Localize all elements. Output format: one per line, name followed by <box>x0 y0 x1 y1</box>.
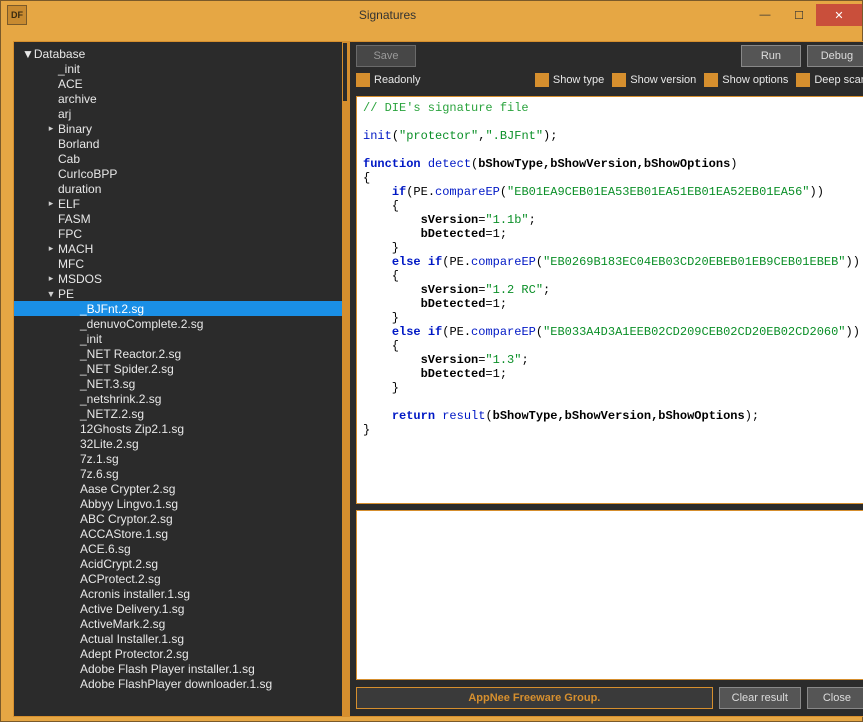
tree-root[interactable]: ▼Database <box>14 46 348 61</box>
options-row: Readonly Show type Show version Show opt… <box>350 70 863 94</box>
tree-item[interactable]: _NET Reactor.2.sg <box>14 346 348 361</box>
bottom-bar: AppNee Freeware Group. Clear result Clos… <box>350 686 863 716</box>
code-editor[interactable]: // DIE's signature file init("protector"… <box>356 96 863 504</box>
status-strip: AppNee Freeware Group. <box>356 687 713 709</box>
run-button[interactable]: Run <box>741 45 801 67</box>
show-version-checkbox[interactable]: Show version <box>612 73 696 87</box>
tree-item[interactable]: ▸Binary <box>14 121 348 136</box>
tree-item[interactable]: Acronis installer.1.sg <box>14 586 348 601</box>
tree-item[interactable]: Cab <box>14 151 348 166</box>
tree-item[interactable]: Adept Protector.2.sg <box>14 646 348 661</box>
tree-item[interactable]: Adobe Flash Player installer.1.sg <box>14 661 348 676</box>
readonly-checkbox[interactable]: Readonly <box>356 73 420 87</box>
tree-item[interactable]: arj <box>14 106 348 121</box>
tree-item[interactable]: _init <box>14 61 348 76</box>
tree-item[interactable]: _BJFnt.2.sg <box>14 301 348 316</box>
tree-item[interactable]: 12Ghosts Zip2.1.sg <box>14 421 348 436</box>
tree-item[interactable]: _denuvoComplete.2.sg <box>14 316 348 331</box>
tree-item[interactable]: 7z.1.sg <box>14 451 348 466</box>
tree-item[interactable]: MFC <box>14 256 348 271</box>
tree-item[interactable]: ▸ELF <box>14 196 348 211</box>
tree-item[interactable]: ACE.6.sg <box>14 541 348 556</box>
tree-item[interactable]: _NETZ.2.sg <box>14 406 348 421</box>
close-button[interactable]: Close <box>807 687 863 709</box>
window-close-button[interactable]: ✕ <box>816 4 862 26</box>
tree-item[interactable]: ▸MACH <box>14 241 348 256</box>
window-title: Signatures <box>27 8 748 22</box>
tree-item[interactable]: archive <box>14 91 348 106</box>
tree-item[interactable]: 32Lite.2.sg <box>14 436 348 451</box>
deep-scan-checkbox[interactable]: Deep scan <box>796 73 863 87</box>
tree-item[interactable]: ▸MSDOS <box>14 271 348 286</box>
editor-pane: Save Run Debug Readonly Show type Show v… <box>350 42 863 716</box>
tree-item[interactable]: _netshrink.2.sg <box>14 391 348 406</box>
show-type-checkbox[interactable]: Show type <box>535 73 604 87</box>
tree-item[interactable]: Active Delivery.1.sg <box>14 601 348 616</box>
show-options-checkbox[interactable]: Show options <box>704 73 788 87</box>
tree-item[interactable]: _NET.3.sg <box>14 376 348 391</box>
tree-item[interactable]: ACE <box>14 76 348 91</box>
database-tree-pane: ▼Database_initACEarchivearj▸BinaryBorlan… <box>14 42 350 716</box>
tree-item[interactable]: Aase Crypter.2.sg <box>14 481 348 496</box>
tree-item[interactable]: ACCAStore.1.sg <box>14 526 348 541</box>
tree-item[interactable]: ACProtect.2.sg <box>14 571 348 586</box>
editor-toolbar: Save Run Debug <box>350 42 863 70</box>
debug-button[interactable]: Debug <box>807 45 863 67</box>
tree-item[interactable]: AcidCrypt.2.sg <box>14 556 348 571</box>
tree-item[interactable]: 7z.6.sg <box>14 466 348 481</box>
tree-item[interactable]: _NET Spider.2.sg <box>14 361 348 376</box>
tree-item[interactable]: Adobe FlashPlayer downloader.1.sg <box>14 676 348 691</box>
app-icon: DF <box>7 5 27 25</box>
brand-link[interactable]: AppNee Freeware Group. <box>468 692 600 704</box>
titlebar[interactable]: DF Signatures — ☐ ✕ <box>1 1 862 29</box>
minimize-button[interactable]: — <box>748 4 782 26</box>
signatures-window: DF Signatures — ☐ ✕ ▼Database_initACEarc… <box>0 0 863 722</box>
tree-item[interactable]: FPC <box>14 226 348 241</box>
output-panel[interactable] <box>356 510 863 680</box>
tree-item[interactable]: FASM <box>14 211 348 226</box>
tree-item[interactable]: Abbyy Lingvo.1.sg <box>14 496 348 511</box>
tree-scrollbar[interactable] <box>342 42 348 716</box>
tree-item[interactable]: ActiveMark.2.sg <box>14 616 348 631</box>
tree-item[interactable]: CurIcoBPP <box>14 166 348 181</box>
save-button[interactable]: Save <box>356 45 416 67</box>
tree-item[interactable]: Actual Installer.1.sg <box>14 631 348 646</box>
database-tree[interactable]: ▼Database_initACEarchivearj▸BinaryBorlan… <box>14 42 348 716</box>
tree-item[interactable]: ABC Cryptor.2.sg <box>14 511 348 526</box>
tree-item[interactable]: ▼PE <box>14 286 348 301</box>
tree-item[interactable]: Borland <box>14 136 348 151</box>
maximize-button[interactable]: ☐ <box>782 4 816 26</box>
tree-item[interactable]: _init <box>14 331 348 346</box>
tree-item[interactable]: duration <box>14 181 348 196</box>
clear-result-button[interactable]: Clear result <box>719 687 801 709</box>
